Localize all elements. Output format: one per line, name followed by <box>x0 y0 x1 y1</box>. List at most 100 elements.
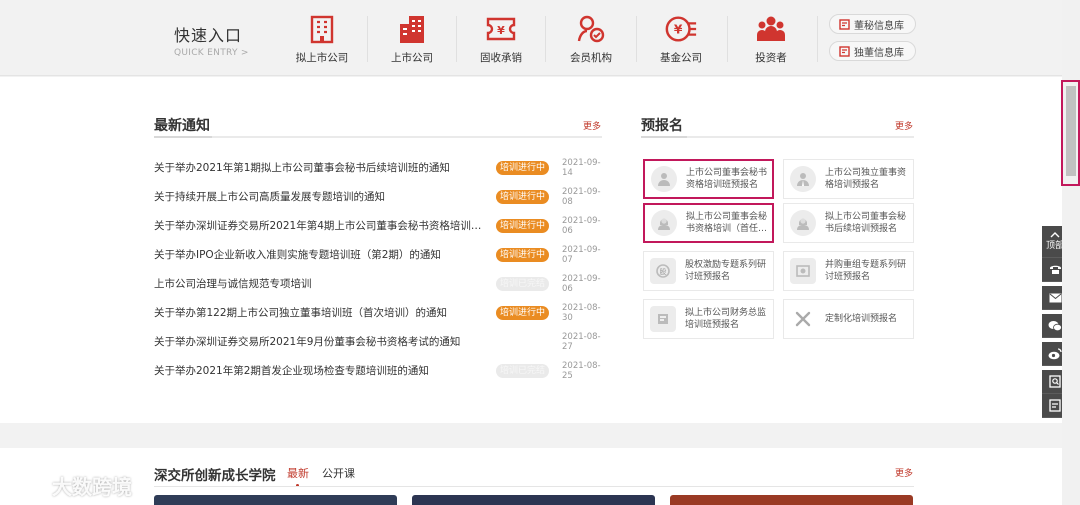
notice-row[interactable]: 上市公司治理与诚信规范专项培训 培训已完结 2021-09-06 <box>154 269 602 298</box>
prereg-card[interactable]: 拟上市公司董事会秘书资格培训（首任… <box>643 203 774 243</box>
notices-underline <box>154 136 602 138</box>
prereg-card-label: 上市公司董事会秘书资格培训班预报名 <box>686 168 768 190</box>
course-thumbnail[interactable] <box>670 495 913 505</box>
prereg-card-label: 股权激励专题系列研讨班预报名 <box>685 260 767 282</box>
notice-title[interactable]: 关于持续开展上市公司高质量发展专题培训的通知 <box>154 189 489 204</box>
status-badge: 培训进行中 <box>496 160 549 175</box>
notice-date: 2021-08-27 <box>562 331 601 352</box>
building-icon <box>305 12 339 46</box>
stock-badge-icon: 股 <box>650 258 676 284</box>
secretary-database-link[interactable]: 董秘信息库 <box>829 14 916 34</box>
wechat-icon <box>1048 320 1062 331</box>
database-icon <box>839 45 850 57</box>
quick-entry-title-cn: 快速入口 <box>174 26 243 45</box>
notice-title[interactable]: 关于举办第122期上市公司独立董事培训班（首次培训）的通知 <box>154 305 489 320</box>
academy-more-link[interactable]: 更多 <box>895 466 913 479</box>
pill-label: 独董信息库 <box>854 47 904 59</box>
quick-entry-members[interactable]: 会员机构 <box>551 12 631 65</box>
notice-date: 2021-09-06 <box>562 273 601 294</box>
doc-icon <box>1049 399 1061 412</box>
prereg-underline <box>641 136 914 138</box>
pill-label: 董秘信息库 <box>854 20 904 32</box>
divider <box>367 16 368 62</box>
database-icon <box>839 18 850 30</box>
prereg-card[interactable]: 并购重组专题系列研讨班预报名 <box>783 251 914 291</box>
notice-date: 2021-09-06 <box>562 215 601 236</box>
notices-title: 最新通知 <box>154 118 210 134</box>
notice-row[interactable]: 关于举办IPO企业新收入准则实施专题培训班（第2期）的通知 培训进行中 2021… <box>154 240 602 269</box>
prereg-card[interactable]: 拟上市公司董事会秘书后续培训预报名 <box>783 203 914 243</box>
course-thumbnail[interactable] <box>412 495 655 505</box>
prereg-card[interactable]: 定制化培训预报名 <box>783 299 914 339</box>
prereg-card[interactable]: 拟上市公司财务总监培训班预报名 <box>643 299 774 339</box>
academy-section: 深交所创新成长学院 最新 公开课 更多 <box>0 448 1062 505</box>
tab-latest[interactable]: 最新 <box>287 465 309 481</box>
notice-title[interactable]: 关于举办深圳证券交易所2021年第4期上市公司董事会秘书资格培训班… <box>154 218 489 233</box>
phone-icon <box>1049 265 1061 274</box>
quick-entry-fixed-income[interactable]: ¥ 固收承销 <box>461 12 541 65</box>
quick-entry-fund[interactable]: ¥ 基金公司 <box>641 12 721 65</box>
yen-coin-icon: ¥ <box>664 12 698 46</box>
person-badge-icon <box>651 166 677 192</box>
academy-title: 深交所创新成长学院 <box>154 468 276 484</box>
course-thumbnail[interactable] <box>154 495 397 505</box>
search-doc-icon <box>1049 375 1061 388</box>
watermark-text: 大数跨境 <box>52 475 132 499</box>
prereg-card[interactable]: 股 股权激励专题系列研讨班预报名 <box>643 251 774 291</box>
tools-icon <box>790 306 816 332</box>
quick-entry-label: 拟上市公司 <box>295 52 349 64</box>
divider <box>817 16 818 62</box>
notice-row[interactable]: 关于举办2021年第1期拟上市公司董事会秘书后续培训班的通知 培训进行中 202… <box>154 153 602 182</box>
quick-entry-title-en: QUICK ENTRY > <box>174 48 249 58</box>
notices-more-link[interactable]: 更多 <box>583 119 601 132</box>
quick-entry-label: 投资者 <box>755 52 787 64</box>
notice-date: 2021-08-25 <box>562 360 601 381</box>
notice-title[interactable]: 关于举办IPO企业新收入准则实施专题培训班（第2期）的通知 <box>154 247 489 262</box>
prereg-card[interactable]: 上市公司独立董事资格培训预报名 <box>783 159 914 199</box>
person-woman-icon <box>651 210 677 236</box>
weibo-icon <box>1048 347 1062 359</box>
notice-title[interactable]: 关于举办2021年第1期拟上市公司董事会秘书后续培训班的通知 <box>154 160 489 175</box>
notice-date: 2021-09-07 <box>562 244 601 265</box>
office-tower-icon <box>395 12 429 46</box>
prereg-card-label: 并购重组专题系列研讨班预报名 <box>825 260 907 282</box>
quick-entry-title[interactable]: 快速入口 QUICK ENTRY > <box>174 22 249 58</box>
prereg-card-label: 定制化培训预报名 <box>825 314 898 324</box>
notice-row[interactable]: 关于举办深圳证券交易所2021年第4期上市公司董事会秘书资格培训班… 培训进行中… <box>154 211 602 240</box>
scrollbar-highlight <box>1061 80 1080 186</box>
person-gear-icon <box>790 210 816 236</box>
notice-title[interactable]: 关于举办深圳证券交易所2021年9月份董事会秘书资格考试的通知 <box>154 334 489 349</box>
independent-director-database-link[interactable]: 独董信息库 <box>829 41 916 61</box>
quick-entry-investor[interactable]: 投资者 <box>731 12 811 65</box>
notice-date: 2021-09-14 <box>562 157 601 178</box>
notice-row[interactable]: 关于持续开展上市公司高质量发展专题培训的通知 培训进行中 2021-09-08 <box>154 182 602 211</box>
divider <box>545 16 546 62</box>
notice-title[interactable]: 上市公司治理与诚信规范专项培训 <box>154 276 489 291</box>
notice-title[interactable]: 关于举办2021年第2期首发企业现场检查专题培训班的通知 <box>154 363 489 378</box>
svg-text:股: 股 <box>660 268 667 276</box>
page-scrollbar[interactable] <box>1062 0 1080 505</box>
quick-entry-label: 上市公司 <box>391 52 433 64</box>
status-badge: 培训进行中 <box>496 247 549 262</box>
merger-icon <box>790 258 816 284</box>
people-group-icon <box>754 12 788 46</box>
quick-entry-label: 会员机构 <box>570 52 612 64</box>
notice-row[interactable]: 关于举办第122期上市公司独立董事培训班（首次培训）的通知 培训进行中 2021… <box>154 298 602 327</box>
prereg-more-link[interactable]: 更多 <box>895 119 913 132</box>
watermark: 大数跨境 <box>8 471 132 500</box>
status-badge: 培训进行中 <box>496 189 549 204</box>
prereg-card-label: 拟上市公司财务总监培训班预报名 <box>685 308 767 330</box>
tab-open-course[interactable]: 公开课 <box>322 465 355 481</box>
notice-row[interactable]: 关于举办深圳证券交易所2021年9月份董事会秘书资格考试的通知 2021-08-… <box>154 327 602 356</box>
prereg-title: 预报名 <box>641 118 683 134</box>
mail-icon <box>1049 293 1061 302</box>
member-badge-icon <box>574 12 608 46</box>
divider <box>727 16 728 62</box>
quick-entry-label: 固收承销 <box>480 52 522 64</box>
prereg-card[interactable]: 上市公司董事会秘书资格培训班预报名 <box>643 159 774 199</box>
notice-row[interactable]: 关于举办2021年第2期首发企业现场检查专题培训班的通知 培训已完结 2021-… <box>154 356 602 385</box>
status-badge: 培训进行中 <box>496 305 549 320</box>
quick-entry-listed[interactable]: 上市公司 <box>372 12 452 65</box>
quick-entry-pre-ipo[interactable]: 拟上市公司 <box>282 12 362 65</box>
divider <box>636 16 637 62</box>
